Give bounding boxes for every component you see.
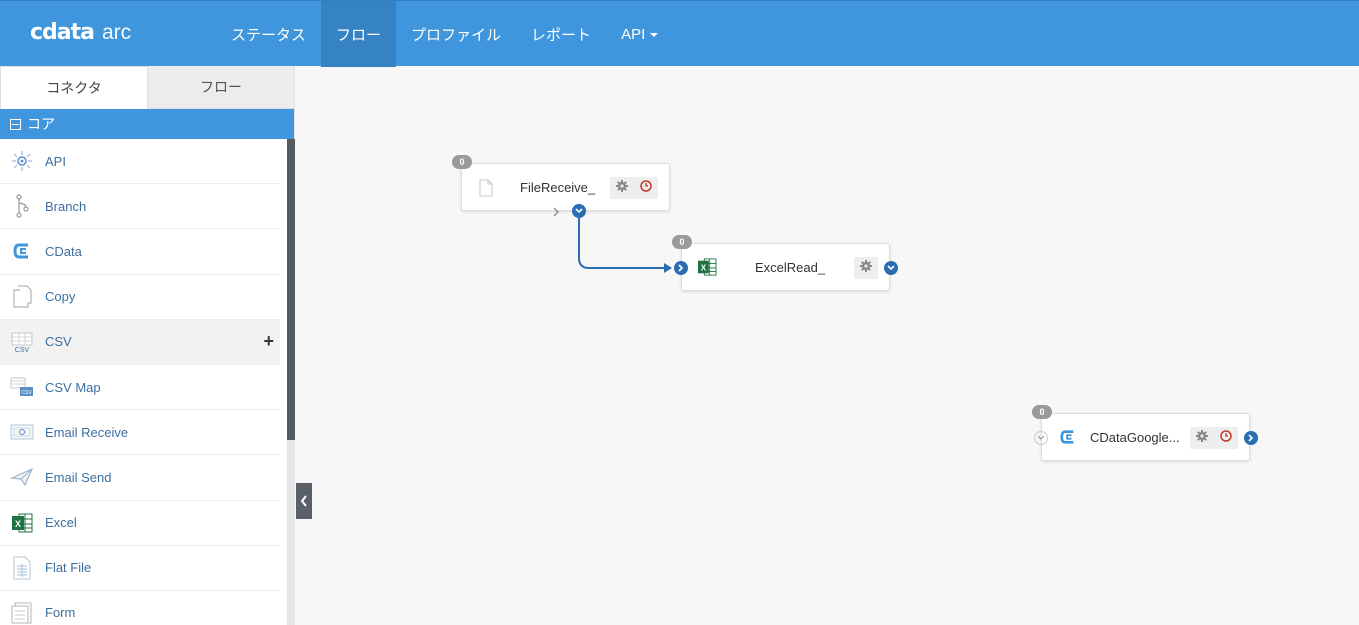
gear-icon[interactable] — [1196, 429, 1208, 447]
output-port[interactable] — [572, 204, 586, 218]
node-title: FileReceive_ — [520, 180, 596, 195]
arrow-head-icon — [664, 263, 672, 273]
input-port[interactable] — [1034, 431, 1048, 445]
node-title: CDataGoogle... — [1090, 430, 1180, 445]
clock-icon[interactable] — [1220, 429, 1232, 447]
flow-node-filereceive[interactable]: FileReceive_ — [461, 163, 670, 218]
clock-icon[interactable] — [640, 179, 652, 197]
flow-node-excelread[interactable]: X ExcelRead_ — [674, 243, 898, 291]
flow-connections — [578, 218, 672, 273]
message-count-badge: 0 — [672, 235, 692, 249]
input-port[interactable] — [674, 261, 688, 275]
node-actions — [1190, 427, 1238, 449]
chevron-right-icon[interactable] — [552, 204, 560, 222]
cdata-icon — [1059, 429, 1077, 450]
output-port[interactable] — [884, 261, 898, 275]
message-count-badge: 0 — [452, 155, 472, 169]
gear-icon[interactable] — [616, 179, 628, 197]
output-port[interactable] — [1244, 431, 1258, 445]
excel-icon: X — [697, 258, 717, 281]
node-actions — [610, 177, 658, 199]
node-title: ExcelRead_ — [755, 260, 826, 275]
node-actions — [854, 257, 878, 279]
gear-icon[interactable] — [860, 259, 872, 277]
connection-line — [578, 218, 666, 269]
file-icon — [479, 179, 493, 202]
flow-node-cdatagoogle[interactable]: CDataGoogle... — [1034, 413, 1258, 461]
message-count-badge: 0 — [1032, 405, 1052, 419]
svg-text:X: X — [701, 264, 707, 273]
